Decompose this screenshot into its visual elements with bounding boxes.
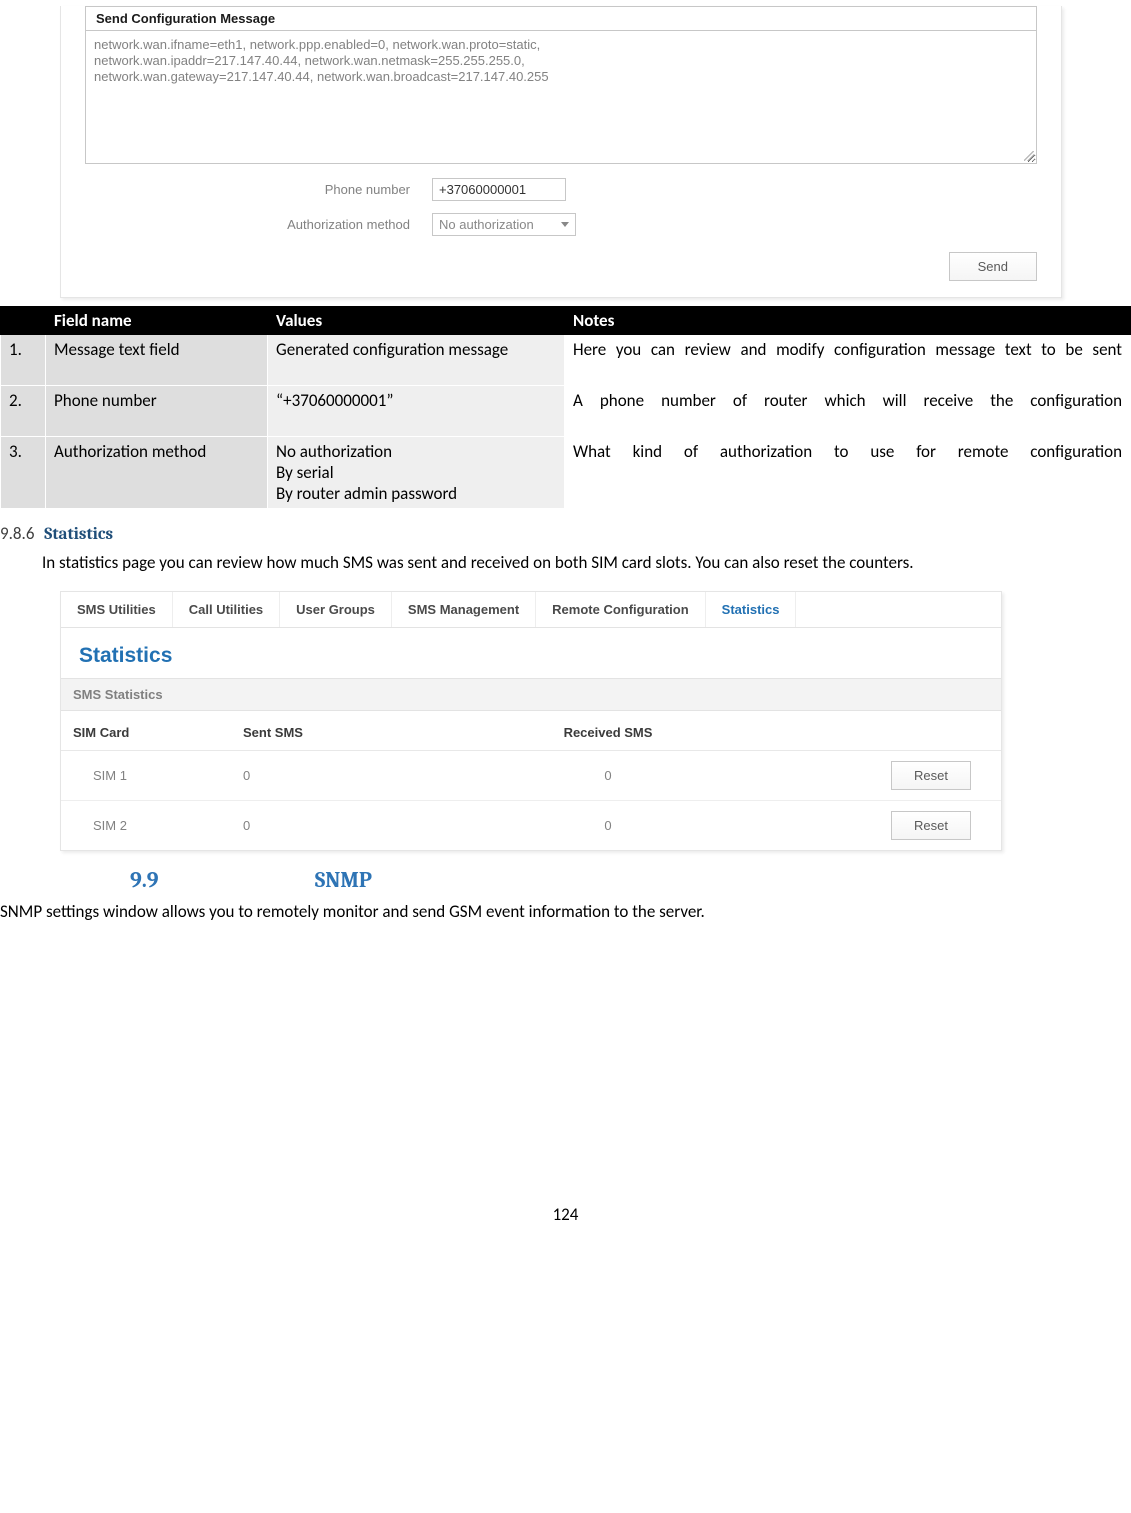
config-message-textarea[interactable]: network.wan.ifname=eth1, network.ppp.ena… (85, 30, 1037, 164)
col-header-num (1, 307, 46, 335)
statistics-column-headers: SIM Card Sent SMS Received SMS (61, 711, 1001, 751)
tab-bar: SMS Utilities Call Utilities User Groups… (61, 592, 1001, 628)
cell-sim: SIM 2 (73, 818, 243, 833)
statistics-screenshot: SMS Utilities Call Utilities User Groups… (60, 591, 1002, 851)
tab-statistics[interactable]: Statistics (706, 592, 797, 627)
cell-num: 1. (1, 335, 46, 386)
cell-values: “+37060000001” (268, 386, 565, 437)
statistics-intro-text: In statistics page you can review how mu… (0, 552, 1131, 575)
cell-field: Phone number (46, 386, 268, 437)
auth-method-select[interactable]: No authorization (432, 213, 576, 236)
cell-sent: 0 (243, 818, 443, 833)
cell-values: Generated configuration message (268, 335, 565, 386)
cell-num: 3. (1, 437, 46, 509)
tab-sms-management[interactable]: SMS Management (392, 592, 536, 627)
cell-sim: SIM 1 (73, 768, 243, 783)
cell-recv: 0 (443, 768, 773, 783)
phone-number-label: Phone number (85, 182, 432, 197)
table-row: 2. Phone number “+37060000001” A phone n… (1, 386, 1131, 437)
config-message-screenshot: Send Configuration Message network.wan.i… (60, 6, 1062, 298)
auth-method-label: Authorization method (85, 217, 432, 232)
col-header-values: Values (268, 307, 565, 335)
reset-button[interactable]: Reset (891, 811, 971, 840)
snmp-intro-text: SNMP settings window allows you to remot… (0, 901, 1131, 924)
config-message-title: Send Configuration Message (85, 6, 1037, 30)
col-sent: Sent SMS (243, 725, 443, 740)
col-recv: Received SMS (443, 725, 773, 740)
col-header-notes: Notes (565, 307, 1131, 335)
cell-num: 2. (1, 386, 46, 437)
phone-number-input[interactable] (432, 178, 566, 201)
auth-method-value: No authorization (439, 217, 534, 232)
reset-button[interactable]: Reset (891, 761, 971, 790)
sms-statistics-subheader: SMS Statistics (61, 678, 1001, 711)
statistics-row-sim1: SIM 1 0 0 Reset (61, 751, 1001, 801)
config-line-1: network.wan.ifname=eth1, network.ppp.ena… (94, 37, 1028, 53)
cell-notes: Here you can review and modify configura… (573, 339, 1122, 381)
tab-sms-utilities[interactable]: SMS Utilities (61, 592, 173, 627)
auth-method-row: Authorization method No authorization (61, 207, 1061, 242)
config-line-2: network.wan.ipaddr=217.147.40.44, networ… (94, 53, 1028, 69)
page-number: 124 (0, 1204, 1131, 1225)
cell-notes: A phone number of router which will rece… (573, 390, 1122, 432)
parameter-table: Field name Values Notes 1. Message text … (0, 306, 1131, 509)
cell-sent: 0 (243, 768, 443, 783)
table-row: 1. Message text field Generated configur… (1, 335, 1131, 386)
phone-number-row: Phone number (61, 172, 1061, 207)
table-row: 3. Authorization method No authorization… (1, 437, 1131, 509)
tab-remote-configuration[interactable]: Remote Configuration (536, 592, 706, 627)
panel-title: Statistics (61, 628, 1001, 678)
config-line-3: network.wan.gateway=217.147.40.44, netwo… (94, 69, 1028, 85)
send-button[interactable]: Send (949, 252, 1037, 281)
section-9-8-6-heading: 9.8.6 Statistics (0, 523, 1131, 544)
cell-field: Authorization method (46, 437, 268, 509)
tab-call-utilities[interactable]: Call Utilities (173, 592, 280, 627)
col-sim: SIM Card (73, 725, 243, 740)
cell-notes: What kind of authorization to use for re… (573, 441, 1122, 483)
section-9-9-heading: 9.9 SNMP (0, 867, 1131, 893)
chevron-down-icon (561, 222, 569, 227)
cell-recv: 0 (443, 818, 773, 833)
cell-values: No authorization By serial By router adm… (268, 437, 565, 509)
col-header-field: Field name (46, 307, 268, 335)
tab-user-groups[interactable]: User Groups (280, 592, 392, 627)
statistics-row-sim2: SIM 2 0 0 Reset (61, 801, 1001, 850)
cell-field: Message text field (46, 335, 268, 386)
